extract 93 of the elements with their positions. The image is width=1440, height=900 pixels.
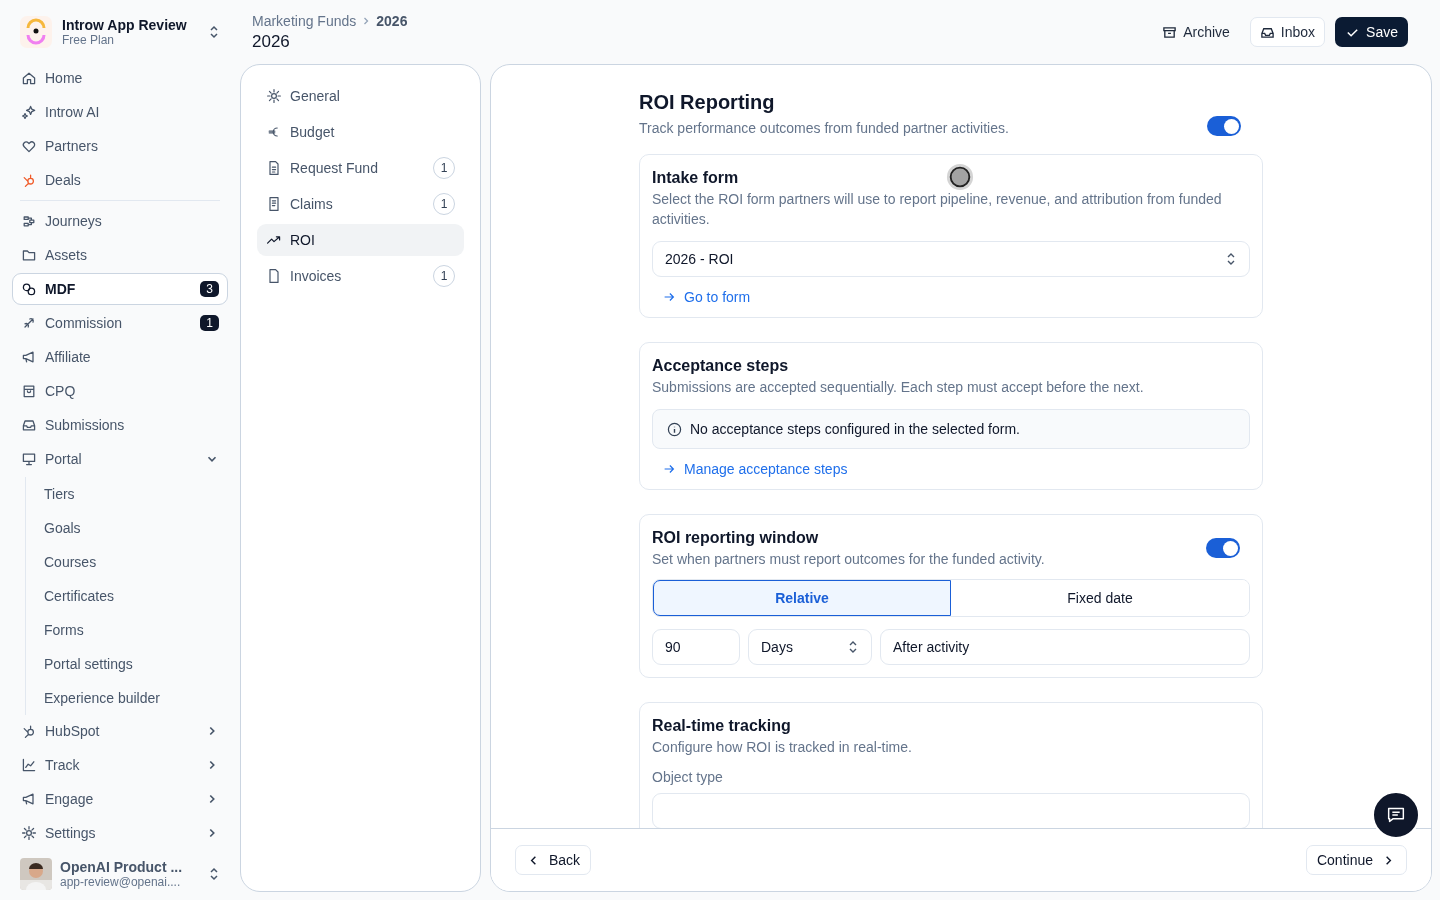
sparkle-icon (21, 104, 37, 120)
count-badge: 1 (200, 315, 219, 331)
arrow-right-icon (662, 462, 676, 476)
breadcrumb-current: 2026 (376, 12, 408, 29)
chevron-updown-icon[interactable] (208, 24, 220, 40)
info-notice: No acceptance steps configured in the selected form. (652, 409, 1250, 449)
nav-subitem[interactable]: Certificates (44, 579, 228, 613)
field-label: Object type (652, 769, 724, 785)
page-title: 2026 (252, 31, 291, 52)
heart-icon (21, 138, 37, 154)
form-select[interactable]: 2026 - ROI (652, 241, 1250, 277)
cursor-icon (946, 163, 974, 191)
nav-subitem[interactable]: Courses (44, 545, 228, 579)
file-icon (266, 268, 282, 284)
nav-item[interactable]: CPQ (12, 375, 228, 407)
archive-button[interactable]: Archive (1152, 17, 1240, 47)
nav-item[interactable]: Home (12, 62, 228, 94)
amount-field[interactable]: 90 (652, 629, 740, 665)
nav-item[interactable]: Partners (12, 130, 228, 162)
chevron-updown-icon (1225, 251, 1237, 267)
user-email: app-review@openai.... (60, 875, 181, 889)
count-badge: 3 (200, 281, 219, 297)
nav-item[interactable]: HubSpot (12, 715, 228, 747)
card-title: Real-time tracking (652, 717, 791, 735)
nav-item[interactable]: MDF 3 (12, 273, 228, 305)
nav-item[interactable]: Assets (12, 239, 228, 271)
card-title: Intake form (652, 169, 739, 187)
monitor-icon (21, 451, 37, 467)
settings-tab[interactable]: Invoices 1 (257, 260, 464, 292)
folder-icon (21, 247, 37, 263)
receipt-icon (266, 196, 282, 212)
toggle-switch[interactable] (1206, 538, 1240, 558)
unit-select[interactable]: Days (748, 629, 872, 665)
workspace-name: Introw App Review (62, 17, 187, 33)
toggle-switch[interactable] (1207, 116, 1241, 136)
nav-item[interactable]: Submissions (12, 409, 228, 441)
nav-item[interactable]: Affiliate (12, 341, 228, 373)
coins-icon (21, 281, 37, 297)
nav-subitem[interactable]: Experience builder (44, 681, 228, 715)
card-description: Set when partners must report outcomes for the funded activity. (652, 550, 1045, 569)
card-description: Select the ROI form partners will use to report pipeline, revenue, and attribution from funded activities. (652, 190, 1223, 229)
settings-tab[interactable]: Claims 1 (257, 188, 464, 220)
hub-icon (21, 723, 37, 739)
nav-item[interactable]: Engage (12, 783, 228, 815)
inbox-button[interactable]: Inbox (1249, 17, 1326, 47)
settings-tab[interactable]: ROI (257, 224, 464, 256)
home-icon (21, 70, 37, 86)
hub-icon (21, 172, 37, 188)
flow-icon (21, 213, 37, 229)
plan-label: Free Plan (62, 33, 115, 47)
settings-tab[interactable]: General (257, 80, 464, 112)
settings-tab[interactable]: Budget (257, 116, 464, 148)
settings-tab[interactable]: Request Fund 1 (257, 152, 464, 184)
card-title: Acceptance steps (652, 357, 789, 375)
gear-icon (266, 88, 282, 104)
section-description: Track performance outcomes from funded partner activities. (639, 119, 1009, 138)
chevron-updown-icon[interactable] (208, 866, 220, 882)
chart-icon (21, 757, 37, 773)
save-button[interactable]: Save (1335, 17, 1408, 47)
document-icon (266, 160, 282, 176)
info-icon (667, 421, 682, 437)
nav-item[interactable]: Portal (12, 443, 228, 475)
section-title: ROI Reporting (639, 91, 775, 114)
link[interactable]: Manage acceptance steps (652, 461, 848, 477)
nav-subitem[interactable]: Tiers (44, 477, 228, 511)
nav-item[interactable]: Deals (12, 164, 228, 196)
nav-item[interactable]: Track (12, 749, 228, 781)
breadcrumb-link[interactable]: Marketing Funds (252, 12, 357, 29)
nav-subitem[interactable]: Goals (44, 511, 228, 545)
segment-button[interactable]: Relative (653, 580, 951, 616)
megaphone-icon (21, 349, 37, 365)
gear-icon (21, 825, 37, 841)
continue-button[interactable]: Continue (1305, 845, 1407, 875)
nav-item[interactable]: Journeys (12, 205, 228, 237)
inbox-icon (21, 417, 37, 433)
user-name: OpenAI Product ... (60, 859, 183, 875)
link[interactable]: Go to form (652, 289, 751, 305)
archive-box-icon (1162, 24, 1178, 40)
nav-item[interactable]: Introw AI (12, 96, 228, 128)
card-description: Submissions are accepted sequentially. Each step must accept before the next. (652, 378, 1144, 397)
logo-icon (20, 16, 52, 48)
card-description: Configure how ROI is tracked in real-time. (652, 738, 912, 757)
bag-icon (21, 383, 37, 399)
back-button[interactable]: Back (515, 845, 592, 875)
anchor-field[interactable]: After activity (880, 629, 1250, 665)
nav-item[interactable]: Settings (12, 817, 228, 849)
card-title: ROI reporting window (652, 529, 819, 547)
nav-subitem[interactable]: Portal settings (44, 647, 228, 681)
megaphone-icon (21, 791, 37, 807)
nav-subitem[interactable]: Forms (44, 613, 228, 647)
nav-item[interactable]: Commission 1 (12, 307, 228, 339)
chevron-updown-icon (847, 639, 859, 655)
arrow-right-icon (662, 290, 676, 304)
